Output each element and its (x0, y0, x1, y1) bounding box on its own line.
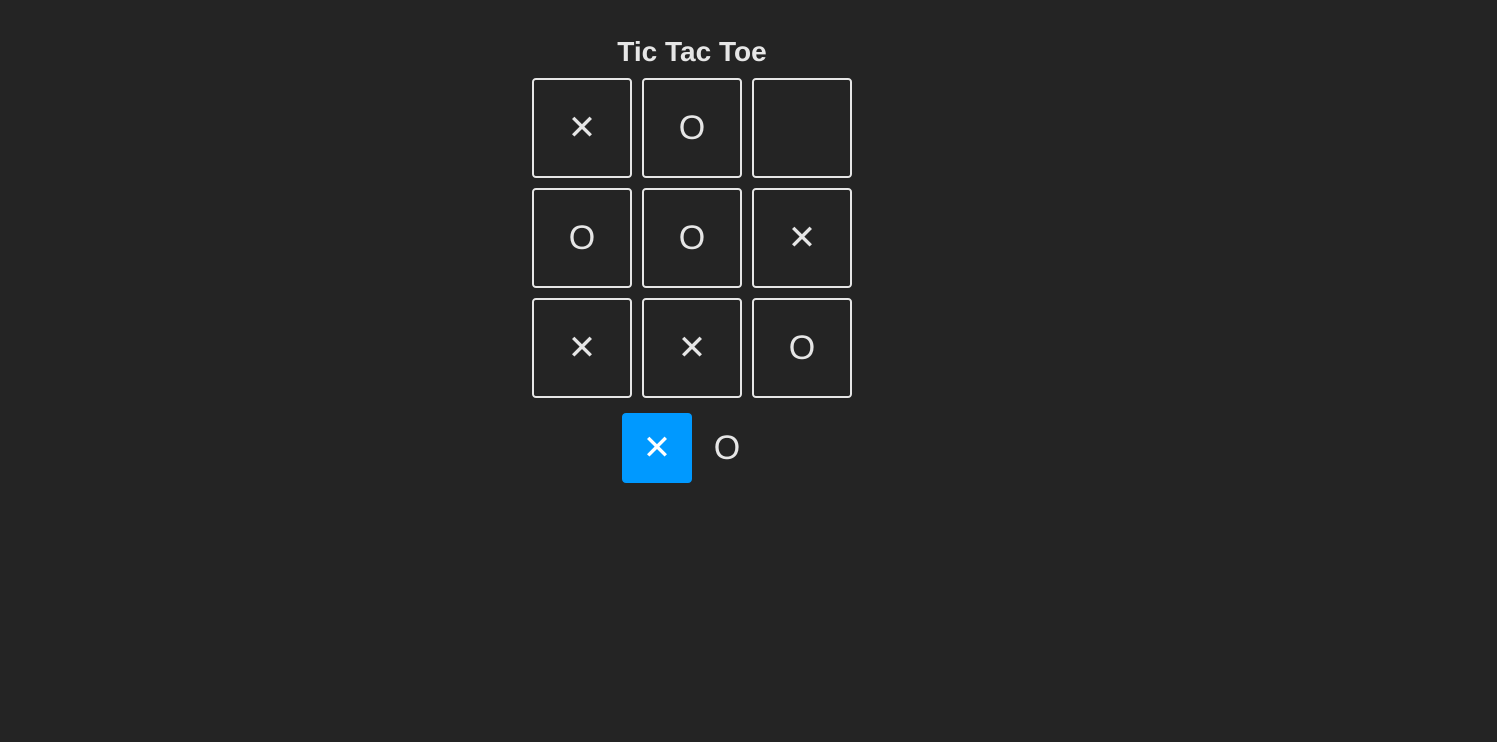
board-cell-2[interactable]: O (642, 78, 742, 178)
board-cell-3[interactable] (752, 78, 852, 178)
board-cell-8[interactable]: ✕ (642, 298, 742, 398)
game-board: ✕ O O O ✕ ✕ ✕ O (532, 78, 852, 398)
board-cell-7[interactable]: ✕ (532, 298, 632, 398)
game-app: Tic Tac Toe ✕ O O O ✕ ✕ ✕ O ✕ O (0, 0, 1497, 742)
board-cell-6[interactable]: ✕ (752, 188, 852, 288)
board-cell-4[interactable]: O (532, 188, 632, 288)
turn-x: ✕ (622, 413, 692, 483)
board-cell-5[interactable]: O (642, 188, 742, 288)
board-cell-9[interactable]: O (752, 298, 852, 398)
board-cell-1[interactable]: ✕ (532, 78, 632, 178)
turn-o: O (713, 428, 741, 467)
turn-indicator: ✕ O (622, 413, 762, 483)
game-title: Tic Tac Toe (617, 36, 767, 67)
